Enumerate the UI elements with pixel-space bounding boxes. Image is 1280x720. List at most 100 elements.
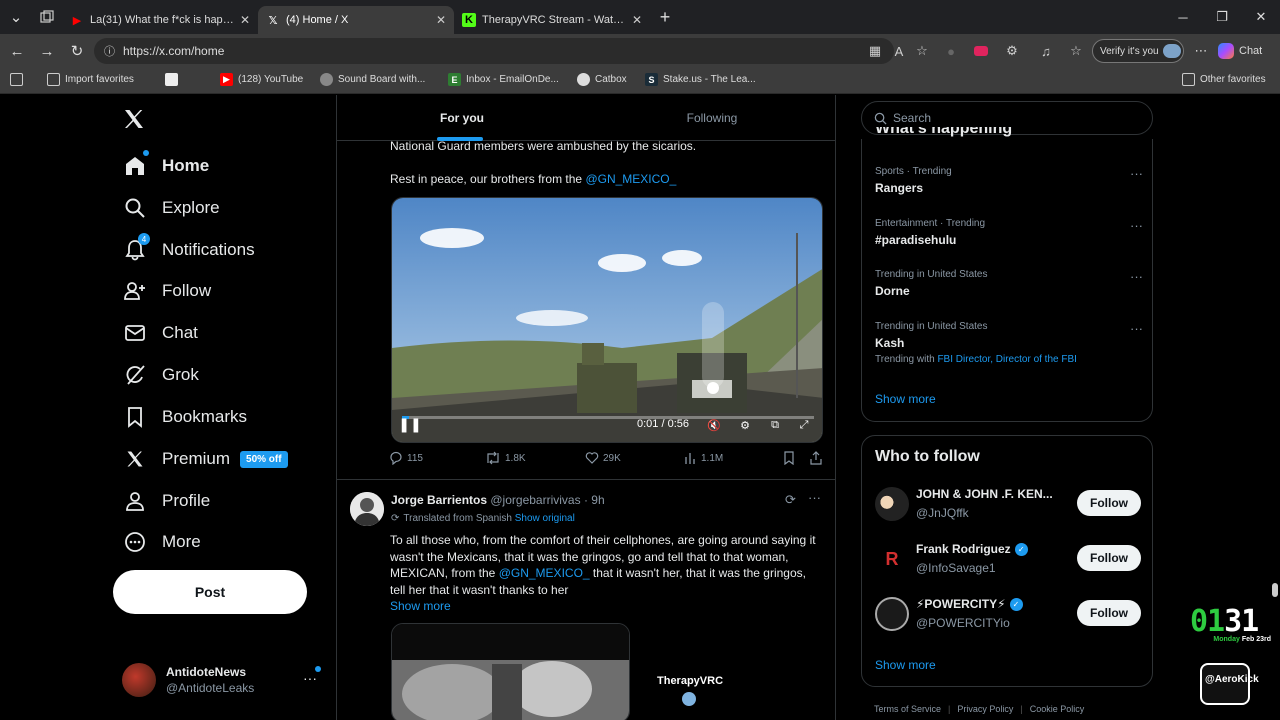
x-logo-icon[interactable] <box>122 107 146 131</box>
sidebar-toggle-icon[interactable] <box>10 73 28 86</box>
new-tab-button[interactable]: + <box>650 2 680 32</box>
app-available-icon[interactable]: ▦ <box>866 42 884 60</box>
volume-knob[interactable] <box>707 382 719 394</box>
avatar[interactable] <box>875 597 909 631</box>
favorite-inbox[interactable]: E Inbox - EmailOnDe... <box>448 73 559 86</box>
account-switcher[interactable]: AntidoteNews @AntidoteLeaks ··· <box>122 660 327 700</box>
favorites-icon[interactable]: ☆ <box>1067 42 1085 60</box>
extension-red-icon[interactable] <box>972 42 990 60</box>
tab-therapyvrc[interactable]: K TherapyVRC Stream - Watch Live on ✕ <box>454 6 650 34</box>
repost-button[interactable]: 1.8K <box>485 451 526 465</box>
follow-suggestion[interactable]: JOHN & JOHN .F. KEN... @JnJQffk Follow <box>875 484 1141 524</box>
sidebar-item-grok[interactable]: Grok <box>122 355 199 395</box>
sidebar-item-follow[interactable]: Follow <box>122 271 211 311</box>
related-trend-link[interactable]: FBI Director, Director of the FBI <box>937 354 1076 365</box>
trend-more-icon[interactable]: ··· <box>1130 321 1143 336</box>
url-field[interactable]: ⓘ https://x.com/home <box>94 38 894 64</box>
copilot-chat-button[interactable]: Chat <box>1218 39 1262 63</box>
tweet[interactable]: Jorge Barrientos @jorgebarrivivas · 9h ⟳… <box>337 479 835 720</box>
close-window-icon[interactable]: ✕ <box>1242 0 1280 34</box>
follow-button[interactable]: Follow <box>1077 600 1141 626</box>
sidebar-item-bookmarks[interactable]: Bookmarks <box>122 397 247 437</box>
refresh-icon[interactable]: ↻ <box>62 36 92 66</box>
tab-list-icon[interactable]: ⌄ <box>0 2 32 32</box>
scrollbar-thumb[interactable] <box>1272 583 1278 597</box>
show-original-link[interactable]: Show original <box>515 513 575 524</box>
favorite-youtube[interactable]: ▶ (128) YouTube <box>220 73 303 86</box>
avatar[interactable] <box>875 487 909 521</box>
video-player[interactable]: ❚❚ 0:01 / 0:56 🔇 ⚙ ⧉ ⤢ <box>391 197 823 443</box>
privacy-link[interactable]: Privacy Policy <box>957 704 1013 714</box>
terms-link[interactable]: Terms of Service <box>874 704 941 714</box>
tab-x-home[interactable]: 𝕏 (4) Home / X ✕ <box>258 6 454 34</box>
who-show-more-link[interactable]: Show more <box>875 658 936 672</box>
settings-gear-icon[interactable]: ⚙ <box>736 416 754 434</box>
workspaces-icon[interactable] <box>32 2 62 32</box>
close-tab-icon[interactable]: ✕ <box>240 13 250 27</box>
like-button[interactable]: 29K <box>585 451 621 465</box>
trends-show-more-link[interactable]: Show more <box>875 392 936 406</box>
favorite-catbox[interactable]: Catbox <box>577 73 627 86</box>
sidebar-item-home[interactable]: Home <box>122 146 209 186</box>
back-icon[interactable]: ← <box>2 36 32 66</box>
mute-icon[interactable]: 🔇 <box>705 416 723 434</box>
bookmark-button[interactable] <box>783 451 799 465</box>
sidebar-item-more[interactable]: More <box>122 522 201 562</box>
video-volume-slider[interactable] <box>702 302 724 388</box>
sidebar-item-premium[interactable]: Premium 50% off <box>122 439 288 479</box>
reply-button[interactable]: 115 <box>389 451 423 465</box>
close-tab-icon[interactable]: ✕ <box>632 13 642 27</box>
trend-item[interactable]: Trending in United States Dorne ··· <box>875 269 1143 298</box>
share-button[interactable] <box>809 451 827 465</box>
music-icon[interactable]: ♫ <box>1037 42 1055 60</box>
follow-button[interactable]: Follow <box>1077 490 1141 516</box>
views-button[interactable]: 1.1M <box>683 451 723 465</box>
minimize-icon[interactable]: ─ <box>1164 0 1202 34</box>
read-aloud-icon[interactable]: A <box>890 42 908 60</box>
favorite-blank[interactable] <box>165 73 183 86</box>
follow-suggestion[interactable]: ⚡POWERCITY⚡ ✓ @POWERCITYio Follow <box>875 594 1141 634</box>
other-favorites[interactable]: Other favorites <box>1182 73 1266 86</box>
grok-analyze-icon[interactable]: ⟳ <box>785 492 796 508</box>
settings-more-icon[interactable]: ⋯ <box>1192 42 1210 60</box>
extensions-puzzle-icon[interactable]: ⚙ <box>1003 42 1021 60</box>
sidebar-item-chat[interactable]: Chat <box>122 313 198 353</box>
avatar[interactable] <box>350 492 384 526</box>
maximize-icon[interactable]: ❐ <box>1203 0 1241 34</box>
author-handle[interactable]: @jorgebarrivivas <box>490 493 580 507</box>
pause-icon[interactable]: ❚❚ <box>398 414 421 434</box>
author-name[interactable]: Jorge Barrientos <box>391 493 487 507</box>
trend-item[interactable]: Entertainment · Trending #paradisehulu ·… <box>875 218 1143 247</box>
tab-for-you[interactable]: For you <box>337 95 587 141</box>
close-tab-icon[interactable]: ✕ <box>436 13 446 27</box>
trend-more-icon[interactable]: ··· <box>1130 269 1143 284</box>
trend-item[interactable]: Sports · Trending Rangers ··· <box>875 166 1143 195</box>
tweet-media[interactable] <box>391 623 630 720</box>
forward-icon[interactable]: → <box>32 36 62 66</box>
mention-link[interactable]: @GN_MEXICO_ <box>499 566 590 580</box>
trend-more-icon[interactable]: ··· <box>1130 218 1143 233</box>
favorite-star-icon[interactable]: ☆ <box>913 42 931 60</box>
follow-suggestion[interactable]: R Frank Rodriguez ✓ @InfoSavage1 Follow <box>875 539 1141 579</box>
favorite-stake[interactable]: S Stake.us - The Lea... <box>645 73 756 86</box>
tab-following[interactable]: Following <box>587 95 835 141</box>
tweet-time[interactable]: · 9h <box>584 493 605 507</box>
favorite-import[interactable]: Import favorites <box>47 73 134 86</box>
account-more-icon[interactable]: ··· <box>303 670 317 686</box>
favorite-soundboard[interactable]: Sound Board with... <box>320 73 425 86</box>
verify-button[interactable]: Verify it's you <box>1092 39 1184 63</box>
cookie-link[interactable]: Cookie Policy <box>1030 704 1085 714</box>
trend-more-icon[interactable]: ··· <box>1130 166 1143 181</box>
mention-link[interactable]: @GN_MEXICO_ <box>585 172 676 186</box>
extension-icon[interactable]: ● <box>942 42 960 60</box>
show-more-link[interactable]: Show more <box>390 598 451 615</box>
sidebar-item-explore[interactable]: Explore <box>122 188 220 228</box>
follow-button[interactable]: Follow <box>1077 545 1141 571</box>
sidebar-item-notifications[interactable]: 4 Notifications <box>122 230 255 270</box>
picture-in-picture-icon[interactable]: ⧉ <box>766 416 784 434</box>
site-info-icon[interactable]: ⓘ <box>104 43 115 59</box>
post-button[interactable]: Post <box>113 570 307 614</box>
sidebar-item-profile[interactable]: Profile <box>122 481 210 521</box>
trend-item[interactable]: Trending in United States Kash Trending … <box>875 321 1143 365</box>
fullscreen-icon[interactable]: ⤢ <box>795 416 813 434</box>
